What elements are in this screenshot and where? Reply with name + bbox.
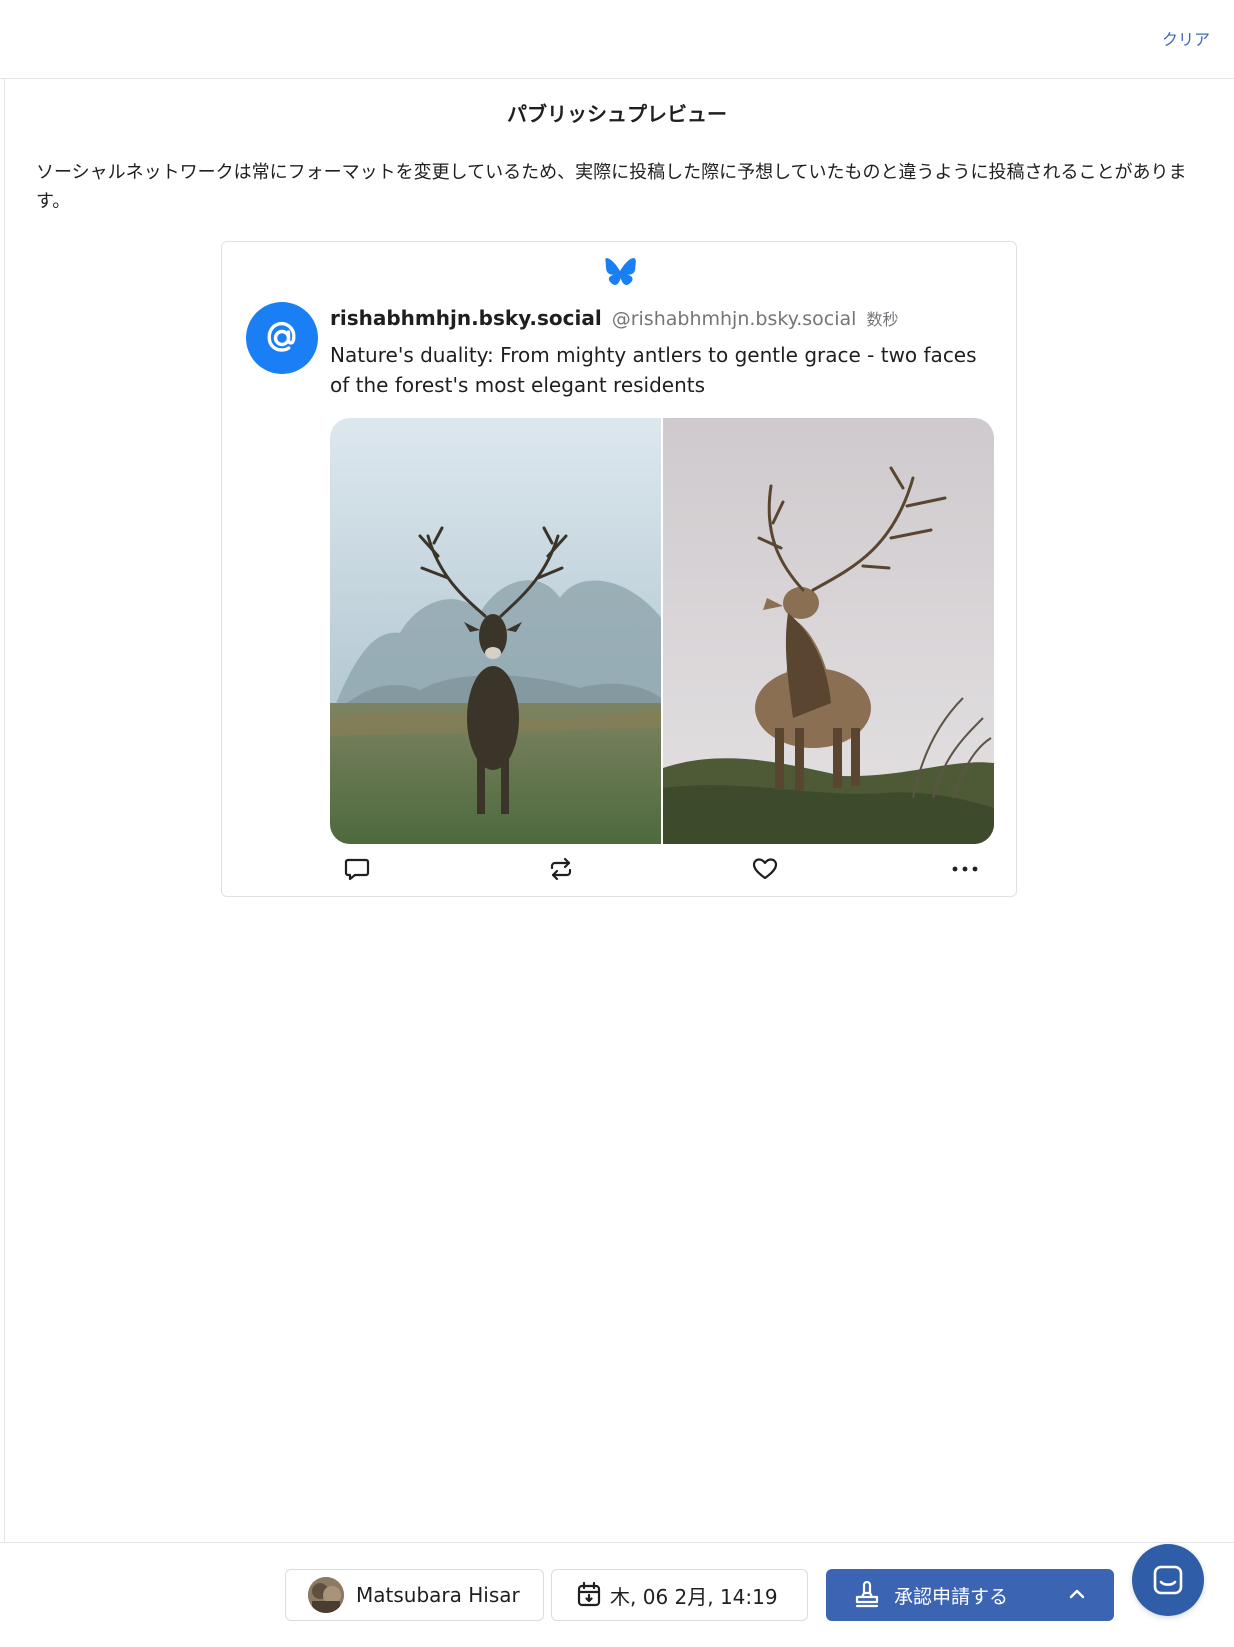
chevron-up-icon[interactable] (1066, 1583, 1088, 1605)
repost-icon (550, 857, 572, 881)
post-header: rishabhmhjn.bsky.social @rishabhmhjn.bsky… (330, 306, 898, 330)
schedule-picker[interactable]: 木, 06 2月, 14:19 (551, 1569, 808, 1621)
avatar (246, 302, 318, 374)
display-name[interactable]: rishabhmhjn.bsky.social (330, 306, 602, 330)
more-icon (952, 866, 978, 872)
post-media (330, 418, 994, 844)
page-title: パブリッシュプレビュー (507, 102, 727, 126)
more-button[interactable] (950, 854, 980, 884)
post-text: Nature's duality: From mighty antlers to… (330, 343, 977, 397)
comment-button[interactable] (342, 854, 372, 884)
schedule-datetime: 木, 06 2月, 14:19 (610, 1584, 778, 1609)
user-avatar (308, 1577, 344, 1613)
post-preview-card: rishabhmhjn.bsky.social @rishabhmhjn.bsky… (221, 241, 1017, 897)
repost-button[interactable] (546, 854, 576, 884)
panel-divider (4, 78, 5, 1542)
author-selector[interactable]: Matsubara Hisar (285, 1569, 544, 1621)
clear-button[interactable]: クリア (1162, 26, 1210, 50)
post-actions (330, 854, 994, 884)
stamp-icon (855, 1581, 879, 1608)
at-sign-icon (267, 321, 296, 352)
chat-support-button[interactable] (1132, 1544, 1204, 1616)
user-handle[interactable]: @rishabhmhjn.bsky.social (612, 308, 857, 330)
author-name: Matsubara Hisar (356, 1583, 520, 1607)
preview-notice: ソーシャルネットワークは常にフォーマットを変更しているため、実際に投稿した際に予… (36, 162, 1187, 212)
chat-icon (1153, 1565, 1183, 1595)
deer-photo-right[interactable] (663, 418, 994, 844)
top-bar: クリア (0, 0, 1234, 79)
deer-photo-left[interactable] (330, 418, 661, 844)
submit-approval-button[interactable]: 承認申請する (826, 1569, 1114, 1621)
bottom-toolbar: Matsubara Hisar 木, 06 2月, 14:19 承認申請する (0, 1542, 1234, 1647)
calendar-icon (577, 1581, 601, 1607)
post-time: 数秒 (866, 310, 899, 329)
heart-icon (752, 858, 778, 880)
butterfly-icon (605, 258, 636, 285)
comment-icon (344, 858, 370, 881)
submit-label: 承認申請する (894, 1585, 1009, 1608)
like-button[interactable] (750, 854, 780, 884)
